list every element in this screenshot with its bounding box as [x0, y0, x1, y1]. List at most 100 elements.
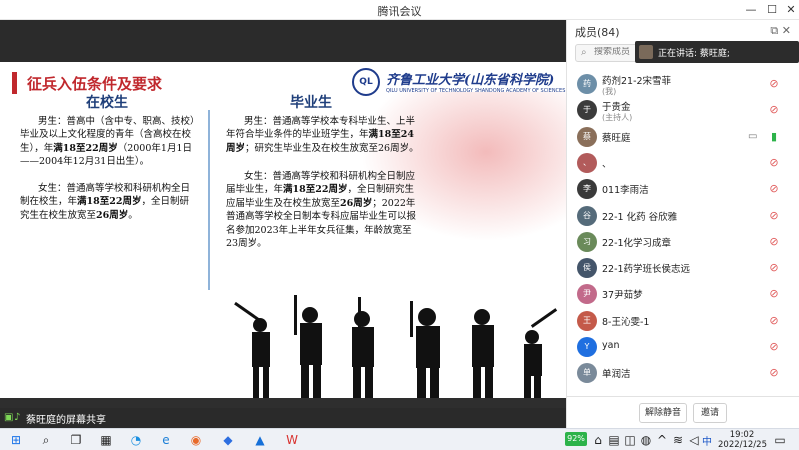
member-row[interactable]: 、、 ⊘	[567, 150, 799, 176]
soldiers-silhouette-image	[234, 295, 558, 398]
microphone-muted-icon[interactable]: ⊘	[768, 156, 780, 170]
close-button[interactable]: ✕	[783, 2, 799, 18]
avatar: 单	[577, 363, 597, 384]
member-row[interactable]: 单单润洁 ⊘	[567, 360, 799, 386]
avatar: 王	[577, 310, 597, 331]
ime-indicator[interactable]: 中	[702, 433, 712, 448]
logo-english-name: QILU UNIVERSITY OF TECHNOLOGY SHANDONG A…	[386, 88, 566, 94]
unmute-all-button[interactable]: 解除静音	[639, 403, 687, 423]
speaking-text: 正在讲话: 蔡旺庭;	[658, 49, 730, 59]
member-row[interactable]: 蔡蔡旺庭 ▭ ▮	[567, 124, 799, 150]
slide-title: 征兵入伍条件及要求	[27, 75, 163, 93]
microphone-muted-icon[interactable]: ⊘	[768, 235, 780, 249]
microphone-icon: ♪	[14, 412, 21, 423]
member-name: yan	[602, 340, 620, 351]
member-row[interactable]: 尹 37尹茹梦 ⊘	[567, 281, 799, 307]
clock-date: 2022/12/25	[718, 440, 767, 450]
member-row[interactable]: 于于贵金 (主持人) ⊘	[567, 97, 799, 123]
university-logo: QL 齐鲁工业大学(山东省科学院) QILU UNIVERSITY OF TEC…	[352, 68, 565, 98]
maximize-button[interactable]: ☐	[764, 2, 780, 18]
microphone-muted-icon[interactable]: ⊘	[768, 340, 780, 354]
member-role: (我)	[602, 87, 617, 96]
ie-browser-icon[interactable]: e	[158, 432, 174, 448]
avatar: 于	[577, 100, 597, 121]
member-name: 于贵金	[602, 102, 631, 114]
microphone-muted-icon[interactable]: ⊘	[768, 103, 780, 117]
speaker-avatar	[639, 45, 653, 59]
microphone-muted-icon[interactable]: ⊘	[768, 287, 780, 301]
avatar: Y	[577, 337, 597, 357]
panel-popout-icon[interactable]: ⧉ ✕	[770, 24, 791, 38]
microphone-muted-icon[interactable]: ⊘	[768, 366, 780, 380]
firefox-icon[interactable]: ◉	[188, 432, 204, 448]
microphone-muted-icon[interactable]: ⊘	[768, 182, 780, 196]
network-icon[interactable]: ⌂	[590, 432, 606, 448]
wifi-icon[interactable]: ≋	[670, 432, 686, 448]
presenter-status-bar: ▣ ♪ 蔡旺庭的屏幕共享	[0, 408, 566, 428]
microphone-muted-icon[interactable]: ⊘	[768, 314, 780, 328]
windows-start-icon[interactable]: ⊞	[8, 432, 24, 448]
member-name: 22-1 化药 谷欣雅	[602, 211, 678, 223]
notification-icon[interactable]: ▭	[772, 432, 788, 448]
tray-icon[interactable]: ▤	[606, 432, 622, 448]
member-row[interactable]: 药药剂21-2宋雪菲 (我) ⊘	[567, 71, 799, 97]
presenter-label: 蔡旺庭的屏幕共享	[26, 415, 106, 426]
members-panel: 成员(84) ⧉ ✕ ⌕ 正在讲话: 蔡旺庭; 药药剂21-2宋雪菲(我)⊘于于…	[566, 20, 799, 428]
tray-icon[interactable]: ◫	[622, 432, 638, 448]
wps-icon[interactable]: W	[284, 432, 300, 448]
microphone-muted-icon[interactable]: ⊘	[768, 261, 780, 275]
member-row[interactable]: Yyan ⊘	[567, 334, 799, 360]
member-name: 22-1化学习成章	[602, 237, 672, 249]
task-view-icon[interactable]: ❐	[68, 432, 84, 448]
left-paragraph-female: 女生：普通高等学校和科研机构全日制在校生，年满18至22周岁，全日制研究生在校生…	[20, 183, 191, 221]
screen-share-icon: ▣	[4, 412, 14, 423]
member-name: 单润洁	[602, 369, 631, 381]
avatar: 习	[577, 231, 597, 252]
member-name: 、	[602, 158, 612, 170]
member-row[interactable]: 侯 22-1药学班长侯志远 ⊘	[567, 255, 799, 281]
right-paragraph-female: 女生：普通高等学校和科研机构全日制应届毕业生，年满18至22周岁，全日制研究生应…	[226, 171, 417, 250]
member-row[interactable]: 李 011李雨洁 ⊘	[567, 176, 799, 202]
invite-button[interactable]: 邀请	[693, 403, 727, 423]
clock-time: 19:02	[729, 430, 755, 440]
tencent-meeting-icon[interactable]: ▲	[252, 432, 268, 448]
speaking-indicator: 正在讲话: 蔡旺庭;	[635, 41, 799, 63]
member-name: 011李雨洁	[602, 185, 649, 197]
battery-indicator[interactable]: 92%	[565, 432, 587, 446]
avatar: 李	[577, 179, 597, 200]
window-title-bar: 腾讯会议 — ☐ ✕	[0, 0, 799, 20]
member-name: 蔡旺庭	[602, 132, 631, 144]
tray-icon[interactable]: ◍	[638, 432, 654, 448]
column-divider	[208, 110, 210, 290]
left-paragraph-male: 男生：普高中（含中专、职高、技校）毕业及以上文化程度的青年（含高校在校生），年满…	[20, 116, 195, 168]
member-row[interactable]: 王 8-王沁雯-1 ⊘	[567, 308, 799, 334]
member-row[interactable]: 习 22-1化学习成章 ⊘	[567, 229, 799, 255]
members-header: 成员(84)	[575, 26, 620, 39]
system-clock[interactable]: 19:02 2022/12/25	[718, 430, 767, 450]
presentation-slide: 征兵入伍条件及要求 QL 齐鲁工业大学(山东省科学院) QILU UNIVERS…	[0, 62, 566, 398]
microphone-muted-icon[interactable]: ⊘	[768, 77, 780, 91]
member-name: 37尹茹梦	[602, 290, 643, 302]
member-name: 8-王沁雯-1	[602, 316, 650, 328]
window-title: 腾讯会议	[377, 5, 422, 18]
search-icon[interactable]: ⌕	[38, 432, 54, 448]
chevron-up-icon[interactable]: ^	[654, 432, 670, 448]
minimize-button[interactable]: —	[743, 2, 759, 18]
camera-icon[interactable]: ▭	[748, 130, 760, 144]
avatar: 蔡	[577, 126, 597, 147]
avatar: 侯	[577, 258, 597, 279]
volume-icon[interactable]: ◁	[686, 432, 702, 448]
member-role: (主持人)	[602, 113, 633, 123]
member-name: 药剂21-2宋雪菲	[602, 76, 672, 87]
microphone-muted-icon[interactable]: ⊘	[768, 209, 780, 223]
member-row[interactable]: 谷 22-1 化药 谷欣雅 ⊘	[567, 203, 799, 229]
widgets-icon[interactable]: ▦	[98, 432, 114, 448]
avatar: 、	[577, 152, 597, 173]
microphone-active-icon[interactable]: ▮	[768, 130, 780, 144]
app-icon[interactable]: ◆	[220, 432, 236, 448]
panel-footer: 解除静音 邀请	[567, 396, 799, 428]
avatar: 谷	[577, 205, 597, 226]
edge-browser-icon[interactable]: ◔	[128, 432, 144, 448]
share-top-strip	[0, 20, 566, 62]
avatar: 尹	[577, 284, 597, 305]
